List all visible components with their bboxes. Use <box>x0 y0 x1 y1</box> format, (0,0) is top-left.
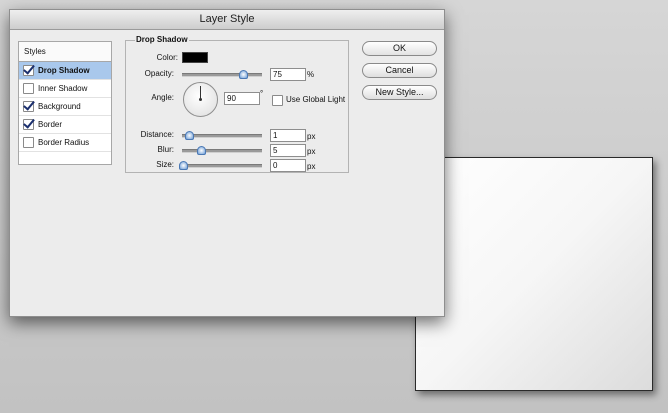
ok-button[interactable]: OK <box>362 41 437 56</box>
new-style-button[interactable]: New Style... <box>362 85 437 100</box>
distance-input[interactable]: 1 <box>270 129 306 142</box>
size-unit: px <box>307 162 316 171</box>
distance-slider[interactable] <box>182 131 262 140</box>
layer-style-dialog: Layer Style Styles Drop Shadow Inner Sha… <box>9 9 445 317</box>
checkbox-icon[interactable] <box>23 101 34 112</box>
blur-label: Blur: <box>157 145 174 154</box>
style-item-drop-shadow[interactable]: Drop Shadow <box>19 62 111 80</box>
size-label: Size: <box>156 160 174 169</box>
drop-shadow-group: Drop Shadow Color: Opacity: 75 % Angle: … <box>125 35 349 173</box>
angle-unit: ° <box>260 89 264 98</box>
distance-label: Distance: <box>140 130 174 139</box>
checkbox-icon[interactable] <box>23 137 34 148</box>
angle-dial-center <box>199 98 202 101</box>
slider-thumb-icon[interactable] <box>185 131 195 140</box>
size-slider[interactable] <box>179 161 262 170</box>
style-item-label: Inner Shadow <box>38 83 88 93</box>
style-item-inner-shadow[interactable]: Inner Shadow <box>19 80 111 98</box>
canvas-preview-box <box>415 157 653 391</box>
opacity-unit: % <box>307 70 315 79</box>
dialog-title: Layer Style <box>10 10 444 30</box>
checkbox-icon[interactable] <box>23 119 34 130</box>
cancel-button[interactable]: Cancel <box>362 63 437 78</box>
styles-list: Styles Drop Shadow Inner Shadow Backgrou… <box>18 41 112 165</box>
styles-list-header: Styles <box>19 42 111 62</box>
blur-slider[interactable] <box>182 146 262 155</box>
style-item-border-radius[interactable]: Border Radius <box>19 134 111 152</box>
opacity-input[interactable]: 75 <box>270 68 306 81</box>
style-item-label: Border Radius <box>38 137 90 147</box>
use-global-light-checkbox[interactable] <box>272 95 283 106</box>
group-title: Drop Shadow <box>135 35 189 44</box>
style-item-label: Background <box>38 101 81 111</box>
angle-label: Angle: <box>151 93 174 102</box>
size-input[interactable]: 0 <box>270 159 306 172</box>
checkbox-icon[interactable] <box>23 83 34 94</box>
slider-thumb-icon[interactable] <box>179 161 188 170</box>
blur-unit: px <box>307 147 316 156</box>
distance-unit: px <box>307 132 316 141</box>
style-item-border[interactable]: Border <box>19 116 111 134</box>
style-item-background[interactable]: Background <box>19 98 111 116</box>
opacity-label: Opacity: <box>144 69 174 78</box>
angle-input[interactable]: 90 <box>224 92 260 105</box>
checkbox-icon[interactable] <box>23 65 34 76</box>
style-item-label: Drop Shadow <box>38 65 90 75</box>
color-swatch[interactable] <box>182 52 208 63</box>
style-item-label: Border <box>38 119 63 129</box>
opacity-slider[interactable] <box>182 70 262 79</box>
slider-thumb-icon[interactable] <box>239 70 248 79</box>
slider-thumb-icon[interactable] <box>196 146 206 155</box>
blur-input[interactable]: 5 <box>270 144 306 157</box>
angle-dial-icon[interactable] <box>183 82 218 117</box>
use-global-light-label: Use Global Light <box>286 95 346 104</box>
color-label: Color: <box>156 53 178 62</box>
